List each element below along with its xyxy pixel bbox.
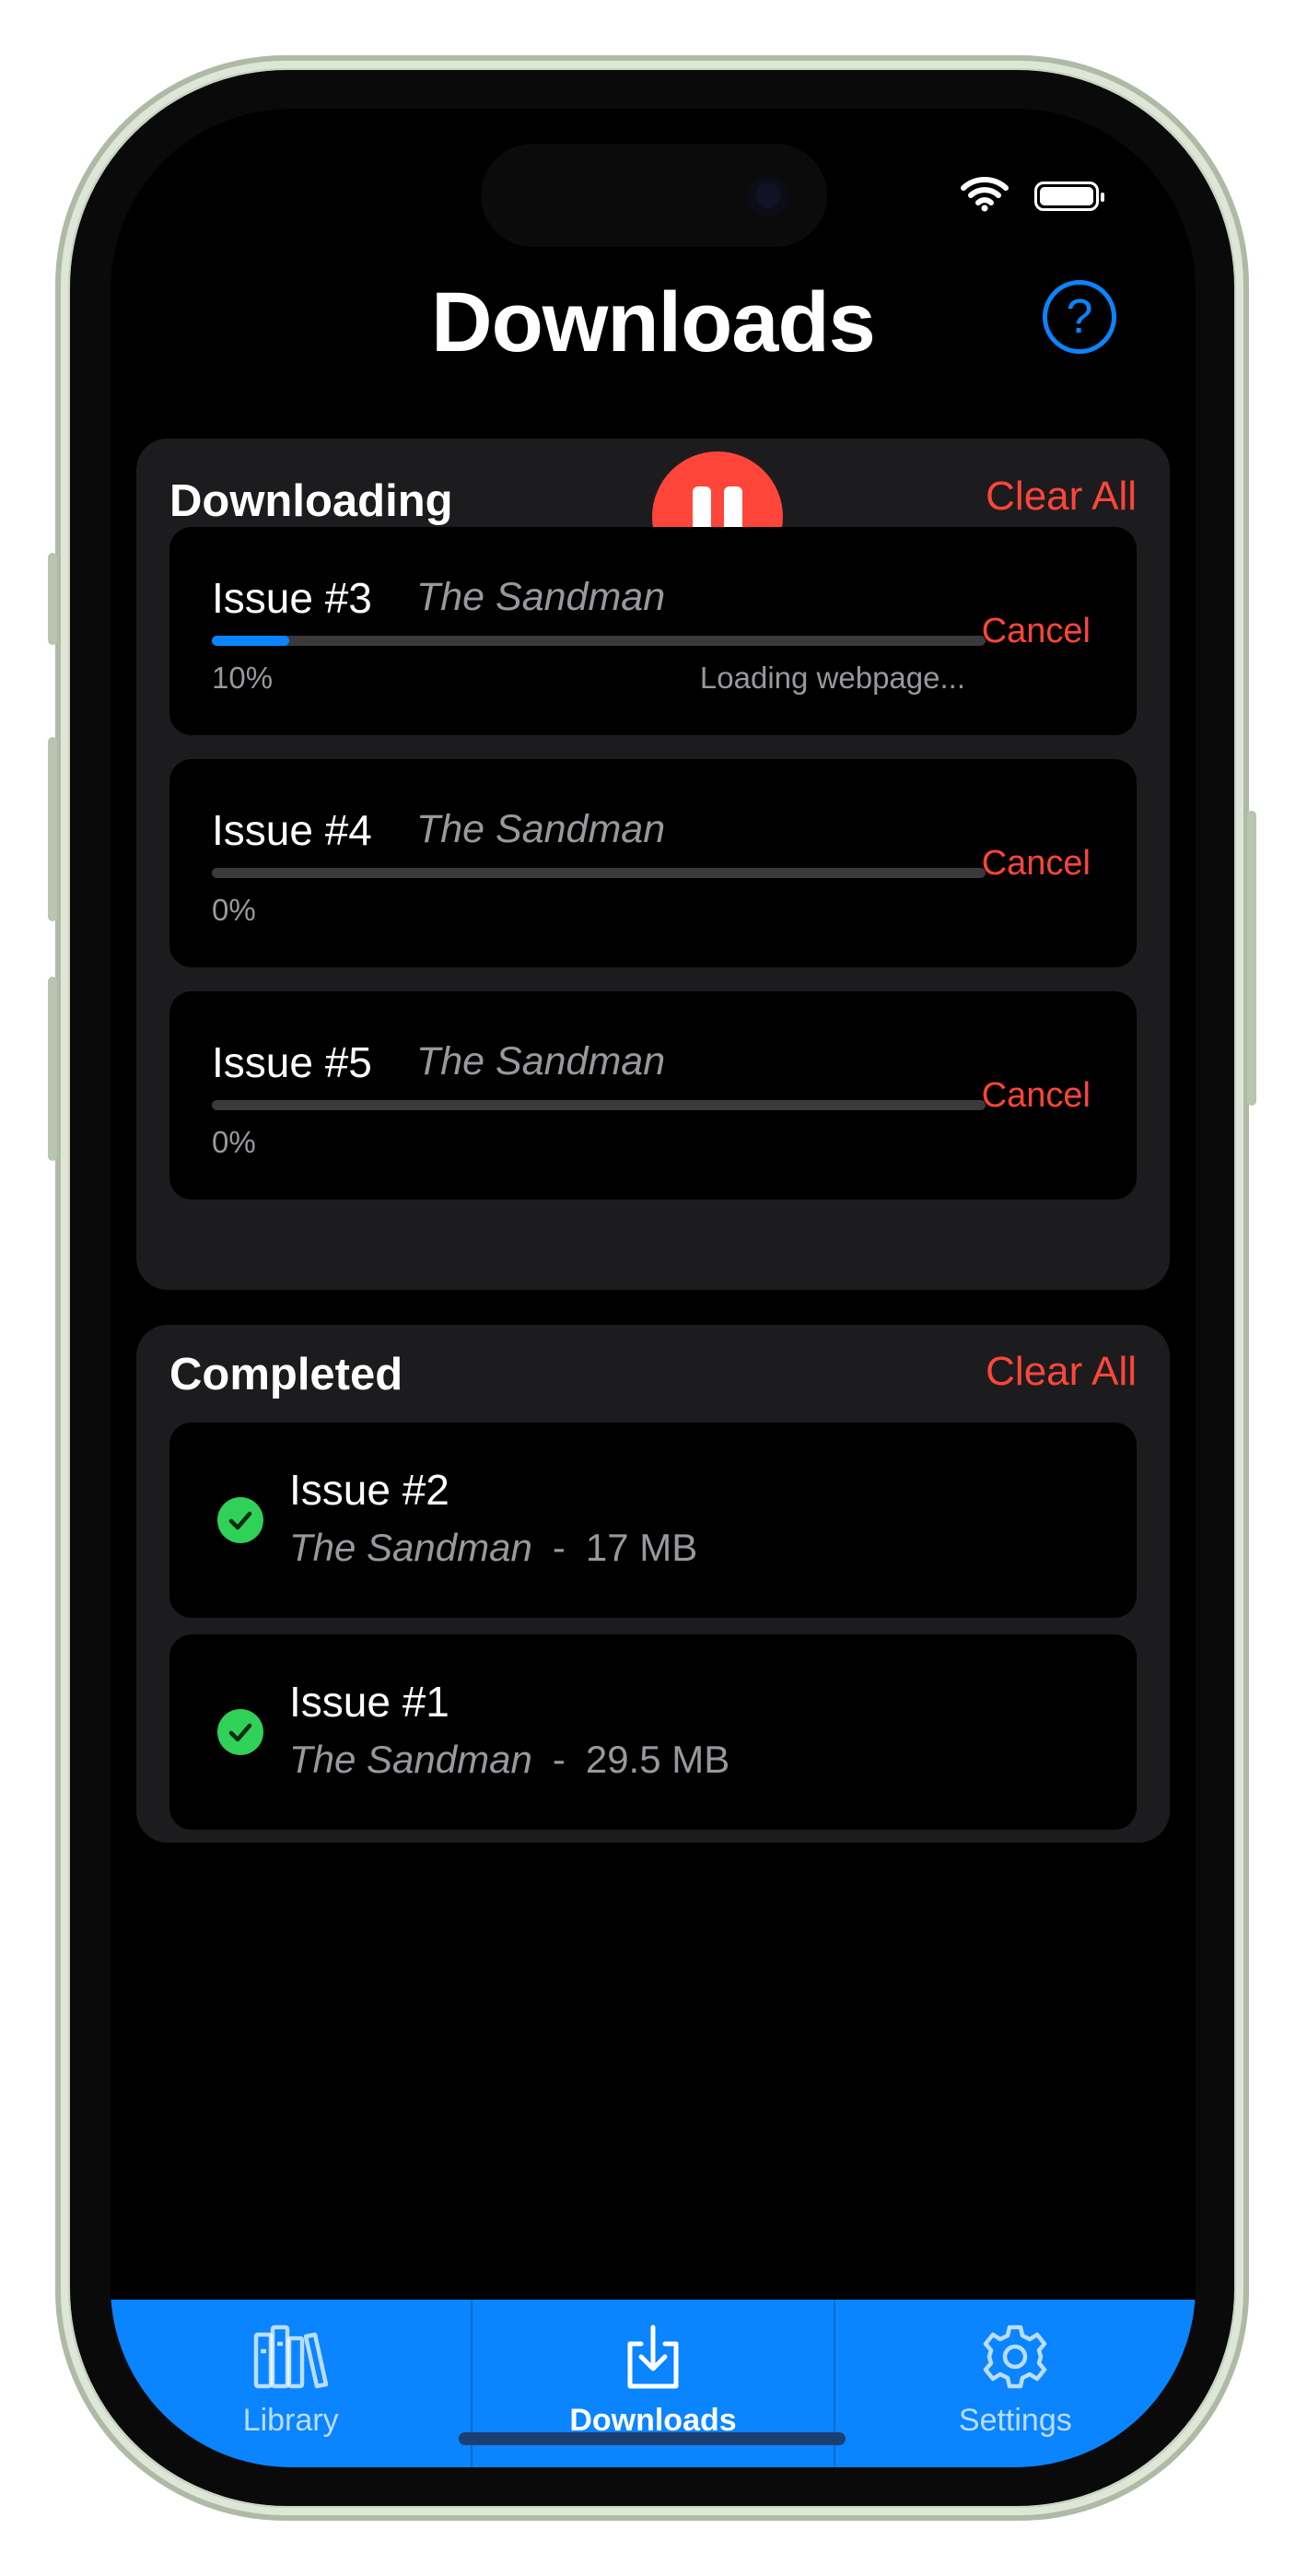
checkmark-icon [217, 1709, 263, 1755]
progress-bar [212, 1100, 986, 1110]
tab-settings[interactable]: Settings [835, 2300, 1196, 2467]
progress-bar [212, 868, 986, 878]
download-item: Issue #3 The Sandman 10% Loading webpage… [169, 527, 1137, 735]
clear-all-downloading-button[interactable]: Clear All [986, 474, 1137, 520]
meta-separator: - [552, 1738, 566, 1781]
download-tray-icon [621, 2324, 685, 2396]
download-item: Issue #5 The Sandman 0% Cancel [169, 991, 1137, 1200]
status-bar [961, 175, 1104, 217]
series-title: The Sandman [416, 807, 666, 851]
series-title: The Sandman [289, 1738, 532, 1781]
cancel-button[interactable]: Cancel [982, 612, 1091, 651]
downloading-section: Downloading Clear All Issue #3 The Sandm… [136, 439, 1170, 1290]
camera-lens-icon [748, 175, 788, 216]
power-button [1247, 811, 1256, 1106]
progress-percent: 0% [212, 893, 256, 927]
progress-percent: 10% [212, 661, 274, 695]
books-icon [252, 2324, 330, 2395]
issue-title: Issue #5 [212, 1038, 372, 1086]
series-title: The Sandman [416, 1039, 666, 1083]
completed-item[interactable]: Issue #2 The Sandman -17 MB [169, 1423, 1137, 1618]
issue-title: Issue #1 [289, 1678, 449, 1726]
progress-fill [212, 636, 289, 646]
series-title: The Sandman [289, 1526, 532, 1569]
download-item: Issue #4 The Sandman 0% Cancel [169, 759, 1137, 967]
progress-percent: 0% [212, 1125, 256, 1159]
cancel-button[interactable]: Cancel [982, 1076, 1091, 1116]
issue-title: Issue #4 [212, 806, 372, 854]
issue-meta: The Sandman -29.5 MB [289, 1738, 729, 1782]
action-button [48, 553, 57, 645]
volume-down-button [48, 977, 57, 1161]
cancel-button[interactable]: Cancel [982, 844, 1091, 884]
issue-title: Issue #2 [289, 1466, 449, 1514]
series-title: The Sandman [416, 575, 666, 619]
gear-icon [982, 2324, 1048, 2395]
page-title: Downloads [431, 275, 876, 369]
volume-up-button [48, 737, 57, 921]
battery-icon [1034, 181, 1104, 211]
tab-label: Settings [958, 2403, 1072, 2438]
tab-library[interactable]: Library [111, 2300, 473, 2467]
home-indicator[interactable] [459, 2432, 846, 2445]
dynamic-island [481, 144, 827, 247]
wifi-icon [961, 175, 1009, 217]
screen: Downloads ? Downloading Clear All Issue … [111, 109, 1196, 2467]
clear-all-completed-button[interactable]: Clear All [986, 1349, 1137, 1395]
download-status: Loading webpage... [699, 661, 965, 695]
checkmark-icon [217, 1497, 263, 1543]
tab-label: Library [242, 2403, 339, 2438]
file-size: 29.5 MB [585, 1738, 730, 1781]
issue-title: Issue #3 [212, 574, 372, 622]
completed-section: Completed Clear All Issue #2 The Sandman… [136, 1325, 1170, 1843]
meta-separator: - [552, 1526, 566, 1569]
help-button[interactable]: ? [1043, 280, 1116, 354]
completed-section-title: Completed [169, 1350, 403, 1399]
file-size: 17 MB [585, 1526, 698, 1569]
progress-bar [212, 636, 986, 646]
downloading-section-title: Downloading [169, 476, 453, 526]
completed-item[interactable]: Issue #1 The Sandman -29.5 MB [169, 1634, 1137, 1830]
issue-meta: The Sandman -17 MB [289, 1526, 697, 1570]
